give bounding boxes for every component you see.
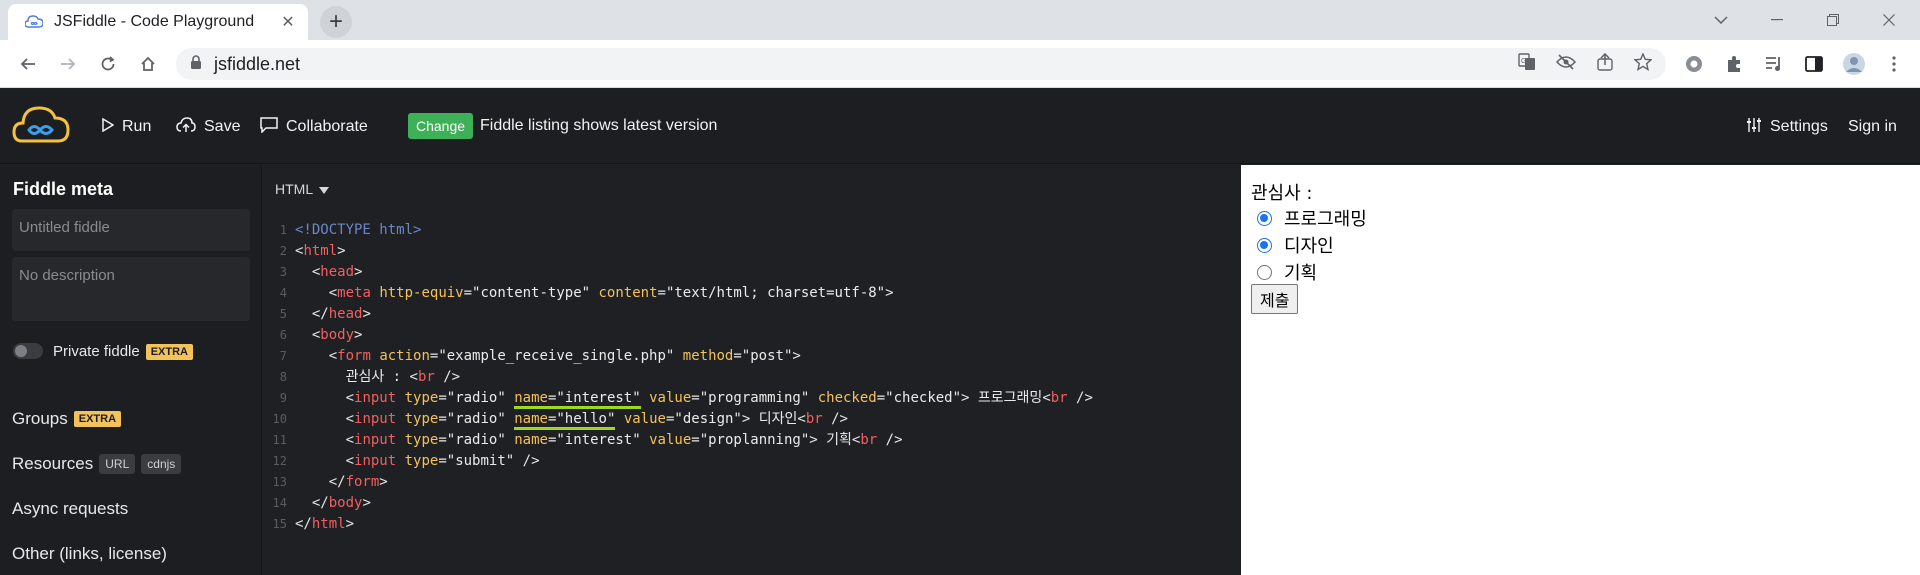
result-panel: 관심사 : 프로그래밍 디자인 기획 제출: [1241, 165, 1920, 575]
interest-label: 관심사 :: [1251, 183, 1313, 204]
radio-button[interactable]: [1257, 210, 1272, 226]
svg-text:G: G: [1521, 58, 1526, 65]
collaborate-button[interactable]: Collaborate: [260, 116, 368, 138]
sidebar: Fiddle meta Untitled fiddle No descripti…: [0, 165, 262, 575]
share-icon[interactable]: [1596, 52, 1614, 76]
radio-option-design[interactable]: 디자인: [1251, 232, 1334, 258]
back-icon[interactable]: [12, 48, 44, 80]
address-bar[interactable]: jsfiddle.net G: [176, 48, 1666, 80]
sign-in-link[interactable]: Sign in: [1848, 116, 1897, 138]
radio-option-programming[interactable]: 프로그래밍: [1251, 205, 1367, 231]
extensions-puzzle-icon[interactable]: [1720, 50, 1748, 78]
code-line: 9 <input type="radio" name="interest" va…: [263, 388, 1241, 409]
radio-button[interactable]: [1257, 264, 1272, 280]
jsfiddle-header: Run Save Collaborate Change Fiddle listi…: [0, 89, 1920, 164]
code-line: 4 <meta http-equiv="content-type" conten…: [279, 285, 894, 301]
private-fiddle-label: Private fiddle EXTRA: [53, 343, 193, 360]
code-line: 5 </head>: [279, 306, 371, 322]
fiddle-description-input[interactable]: No description: [12, 257, 250, 321]
caret-down-icon: [319, 181, 330, 197]
sliders-icon: [1746, 117, 1762, 138]
eye-slash-icon[interactable]: [1555, 53, 1577, 75]
language-selector[interactable]: HTML: [275, 181, 330, 197]
fiddle-title-input[interactable]: Untitled fiddle: [12, 209, 250, 251]
jsfiddle-favicon-icon: [24, 12, 44, 32]
tab-close-icon[interactable]: ✕: [278, 12, 298, 32]
name-hello-highlight: name="hello": [514, 411, 616, 430]
code-line: 6 <body>: [279, 327, 363, 343]
more-menu-icon[interactable]: [1880, 50, 1908, 78]
code-line: 8 관심사 : <br />: [279, 369, 461, 385]
new-tab-button[interactable]: +: [320, 6, 352, 38]
run-button[interactable]: Run: [102, 116, 151, 138]
side-panel-icon[interactable]: [1800, 50, 1828, 78]
url-badge[interactable]: URL: [99, 454, 136, 474]
code-line: 15 </html>: [272, 516, 355, 532]
minimize-icon[interactable]: [1748, 0, 1806, 40]
submit-button[interactable]: 제출: [1251, 284, 1299, 314]
sidebar-item-resources[interactable]: Resources URL cdnjs: [12, 454, 182, 474]
html-editor-panel[interactable]: HTML 1 <!DOCTYPE html> 2 <html> 3 <head> 4…: [263, 165, 1241, 575]
home-icon[interactable]: [132, 48, 164, 80]
code-line: 13 </form>: [272, 474, 388, 490]
code-line: 12 <input type="submit" />: [272, 453, 540, 469]
restore-icon[interactable]: [1804, 0, 1862, 40]
cdnjs-badge[interactable]: cdnjs: [141, 454, 182, 474]
code-line: 14 </body>: [272, 495, 371, 511]
media-queue-icon[interactable]: [1760, 50, 1788, 78]
chat-bubble-icon: [260, 116, 278, 138]
radio-option-planning[interactable]: 기획: [1251, 259, 1317, 285]
profile-avatar[interactable]: [1840, 50, 1868, 78]
extra-badge: EXTRA: [73, 411, 122, 427]
play-icon: [102, 117, 115, 137]
code-line: 1 <!DOCTYPE html>: [279, 222, 422, 238]
cloud-upload-icon: [176, 116, 196, 138]
url-text: jsfiddle.net: [214, 53, 301, 74]
save-button[interactable]: Save: [176, 116, 240, 138]
sidebar-item-groups[interactable]: Groups EXTRA: [12, 409, 122, 429]
listing-info-text: Fiddle listing shows latest version: [480, 117, 718, 134]
code-line: 2 <html>: [279, 243, 346, 259]
lock-icon: [190, 54, 202, 74]
translate-icon[interactable]: G: [1518, 52, 1536, 76]
fiddle-meta-title: Fiddle meta: [13, 179, 114, 199]
reload-icon[interactable]: [92, 48, 124, 80]
browser-tab[interactable]: JSFiddle - Code Playground ✕: [8, 4, 308, 40]
settings-label: Settings: [1770, 118, 1828, 135]
change-button[interactable]: Change: [408, 113, 474, 139]
code-line: 7 <form action="example_receive_single.p…: [279, 348, 801, 364]
close-window-icon[interactable]: [1860, 0, 1918, 40]
radio-button[interactable]: [1257, 237, 1272, 253]
code-line: 11 <input type="radio" name="interest" v…: [272, 432, 903, 448]
browser-tab-bar: JSFiddle - Code Playground ✕ +: [0, 0, 1920, 40]
code-line: 10 <input type="radio" name="hello" valu…: [263, 409, 1241, 430]
collaborate-label: Collaborate: [286, 118, 368, 135]
bookmark-star-icon[interactable]: [1633, 51, 1653, 76]
run-label: Run: [122, 118, 152, 135]
private-fiddle-toggle[interactable]: [13, 343, 43, 359]
extension-gear-icon[interactable]: [1680, 50, 1708, 78]
extra-badge: EXTRA: [145, 344, 193, 360]
tab-search-chevron-icon[interactable]: [1692, 0, 1750, 40]
sidebar-item-async-requests[interactable]: Async requests: [12, 499, 128, 519]
save-label: Save: [204, 118, 241, 135]
code-area[interactable]: 1 <!DOCTYPE html> 2 <html> 3 <head> 4 <met…: [263, 220, 1241, 535]
name-interest-highlight: name="interest": [514, 390, 641, 409]
browser-toolbar: jsfiddle.net G: [0, 40, 1920, 88]
sidebar-item-other[interactable]: Other (links, license): [12, 544, 167, 564]
forward-icon[interactable]: [52, 48, 84, 80]
tab-title: JSFiddle - Code Playground: [54, 13, 255, 30]
code-line: 3 <head>: [279, 264, 363, 280]
settings-button[interactable]: Settings: [1746, 116, 1828, 138]
jsfiddle-logo-icon[interactable]: [12, 103, 70, 145]
